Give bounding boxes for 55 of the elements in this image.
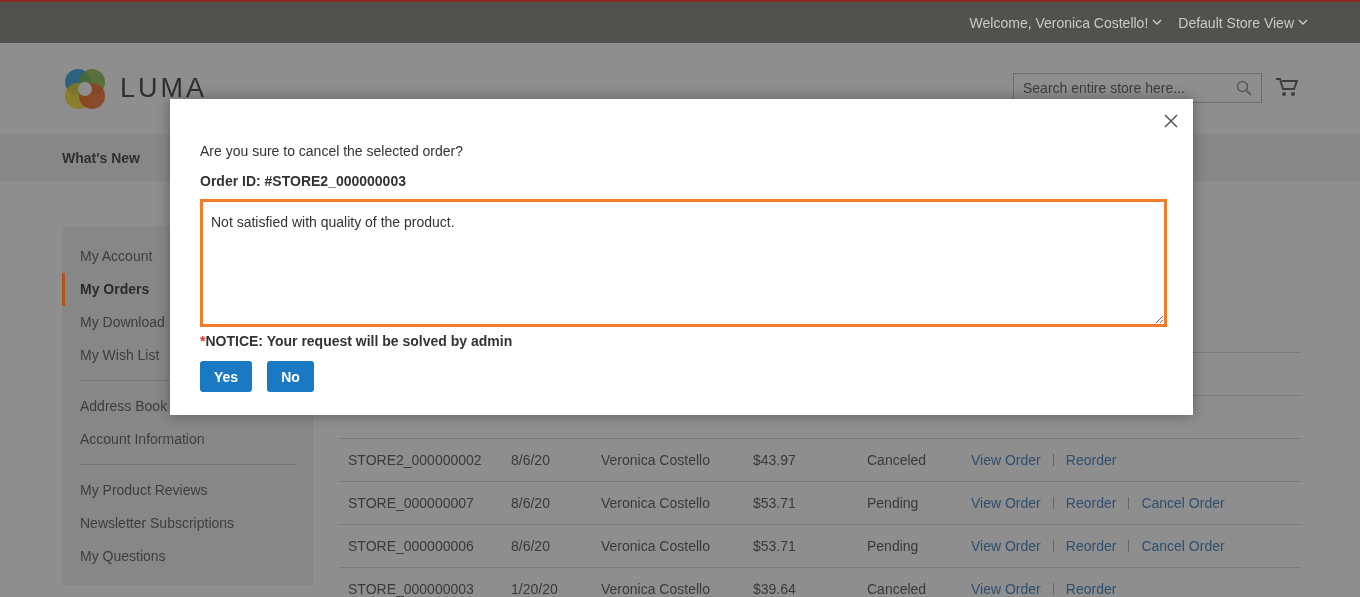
table-cell-text: Veronica Costello (601, 581, 711, 597)
table-cell-text: Pending (867, 538, 920, 554)
table-cell-text: Veronica Costello (601, 452, 711, 468)
table-cell-text: $53.71 (753, 495, 797, 511)
action-link[interactable]: View Order (971, 452, 1041, 468)
caret-icon (1152, 19, 1163, 26)
table-cell-text: $43.97 (753, 452, 797, 468)
table-cell-text: STORE_000000003 (347, 581, 475, 597)
sidebar-item[interactable]: My Account (62, 240, 153, 273)
logo-text[interactable]: LUMA (120, 73, 207, 104)
sidebar-item[interactable]: Account Information (62, 423, 205, 456)
search-field[interactable]: Search entire store here... (1013, 72, 1262, 103)
cart-icon[interactable] (1276, 76, 1298, 97)
table-cell-text: STORE_000000007 (347, 495, 475, 511)
table-cell-text: 1/20/20 (511, 581, 559, 597)
table-cell-text: Veronica Costello (601, 495, 711, 511)
order-id: Order ID: #STORE2_000000003 (200, 172, 407, 191)
action-link[interactable]: View Order (971, 538, 1041, 554)
action-link[interactable]: Cancel Order (1141, 538, 1225, 554)
sidebar-item[interactable]: My Wish List (62, 339, 160, 372)
table-cell-text: Pending (867, 495, 920, 511)
menu-link[interactable]: What's New (62, 149, 140, 166)
table-cell-text: Canceled (867, 452, 928, 468)
action-link[interactable]: Cancel Order (1141, 495, 1225, 511)
dialog-question: Are you sure to cancel the selected order? (200, 142, 465, 161)
sidebar-item[interactable]: My Orders (62, 273, 150, 306)
table-cell-text: Veronica Costello (601, 538, 711, 554)
table-cell-text: 8/6/20 (511, 452, 551, 468)
table-cell-text: STORE2_000000002 (347, 452, 483, 468)
table-cell-text: Canceled (867, 581, 928, 597)
action-link[interactable]: View Order (971, 581, 1041, 597)
sidebar-item[interactable]: My Product Reviews (62, 474, 208, 507)
notice-text: *NOTICE: Your request will be solved by admin (200, 333, 514, 349)
search-icon[interactable] (1236, 79, 1252, 96)
table-cell-text: $39.64 (753, 581, 797, 597)
action-link[interactable]: Reorder (1065, 538, 1117, 554)
action-link[interactable]: Reorder (1065, 452, 1117, 468)
no-button[interactable]: No (267, 361, 314, 392)
table-cell-text: $53.71 (753, 538, 797, 554)
action-link[interactable]: Reorder (1065, 495, 1117, 511)
close-button[interactable] (1163, 113, 1179, 129)
store-switcher[interactable]: Default Store View (1178, 14, 1308, 31)
sidebar-item[interactable]: Newsletter Subscriptions (62, 507, 235, 540)
action-link[interactable]: View Order (971, 495, 1041, 511)
caret-icon (1298, 19, 1308, 26)
action-link[interactable]: Reorder (1065, 581, 1117, 597)
welcome-menu[interactable]: Welcome, Veronica Costello! (969, 14, 1163, 31)
sidebar-item[interactable]: My Questions (62, 540, 166, 573)
table-cell-text: STORE_000000006 (347, 538, 475, 554)
sidebar-item[interactable]: My Download (62, 306, 165, 339)
reason-field[interactable]: Not satisfied with quality of the product. (200, 199, 1167, 327)
sidebar-item[interactable]: Address Book (62, 390, 168, 423)
yes-button[interactable]: Yes (200, 361, 253, 392)
table-cell-text: 8/6/20 (511, 538, 551, 554)
table-cell-text: 8/6/20 (511, 495, 551, 511)
